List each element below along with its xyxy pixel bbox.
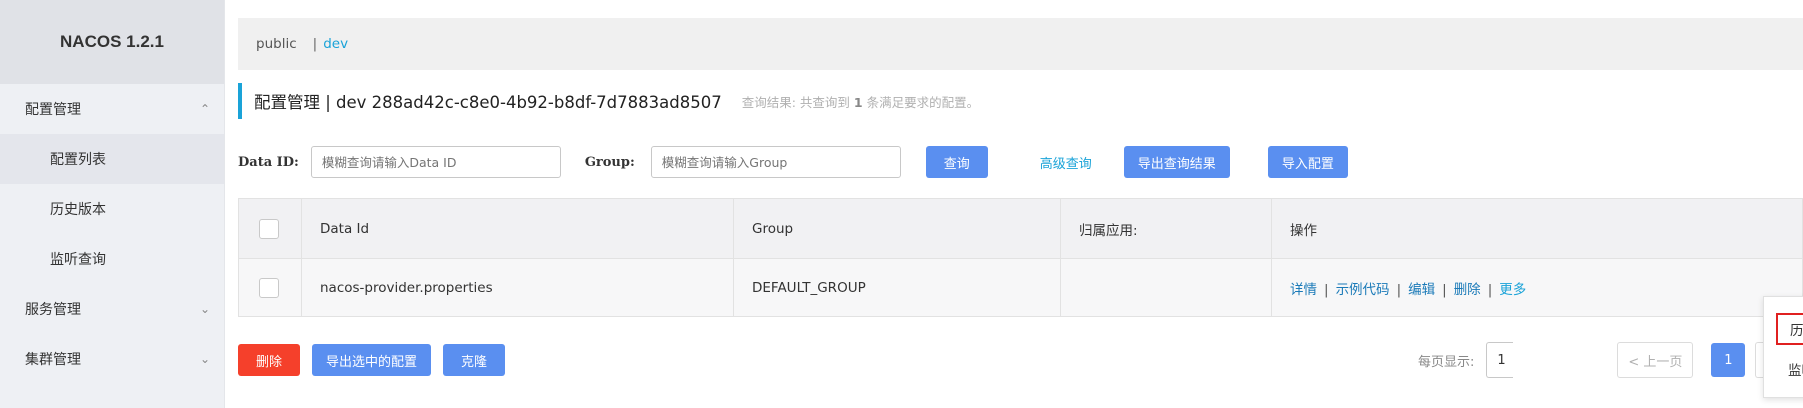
sidebar-item-history[interactable]: 历史版本 (0, 184, 224, 234)
sidebar-item-label: 配置管理 (25, 102, 81, 118)
sidebar: NACOS 1.2.1 配置管理 ⌃ 配置列表 历史版本 监听查询 服务管理 ⌄… (0, 0, 225, 408)
row-checkbox-cell (238, 258, 302, 317)
cell-data-id: nacos-provider.properties (301, 258, 734, 317)
prev-page-button[interactable]: < 上一页 (1617, 342, 1694, 378)
select-all-checkbox[interactable] (259, 218, 279, 239)
namespace-bar: public | dev (238, 18, 1803, 70)
page-number-current[interactable]: 1 (1711, 343, 1746, 377)
action-edit-link[interactable]: 编辑 (1408, 282, 1435, 298)
page-size-label: 每页显示: (1418, 354, 1475, 370)
sidebar-item-config-management[interactable]: 配置管理 ⌃ (0, 84, 224, 134)
clone-button[interactable]: 克隆 (443, 344, 506, 376)
sidebar-item-service-management[interactable]: 服务管理 ⌄ (0, 284, 224, 334)
cell-actions: 详情 | 示例代码 | 编辑 | 删除 | 更多 (1271, 258, 1803, 317)
pagination: 每页显示: 1 < 上一页 1 下 (1418, 342, 1797, 378)
action-sample-code-link[interactable]: 示例代码 (1336, 282, 1390, 298)
column-header-app: 归属应用: (1060, 198, 1272, 259)
dropdown-item-history[interactable]: 历史版本 (1776, 313, 1803, 345)
data-id-label: Data ID: (238, 154, 299, 170)
sidebar-item-label: 服务管理 (25, 302, 81, 318)
cell-app (1060, 258, 1272, 317)
column-header-actions: 操作 (1271, 198, 1803, 259)
action-more-link[interactable]: 更多 (1499, 282, 1526, 298)
sidebar-item-config-list[interactable]: 配置列表 (0, 134, 224, 184)
main-content: public | dev 配置管理 | dev 288ad42c-c8e0-4b… (238, 0, 1803, 408)
namespace-public[interactable]: public (256, 36, 297, 52)
sidebar-item-listener-query[interactable]: 监听查询 (0, 234, 224, 284)
page-title: 配置管理 | dev 288ad42c-c8e0-4b92-b8df-7d788… (254, 93, 722, 112)
table-header-row: Data Id Group 归属应用: 操作 (238, 198, 1803, 259)
bulk-actions-row: 删除 导出选中的配置 克隆 (238, 342, 506, 378)
hint-count: 1 (853, 94, 863, 110)
sidebar-item-label: 配置列表 (50, 152, 106, 168)
namespace-separator: | (312, 36, 318, 52)
data-id-input[interactable] (310, 146, 561, 178)
export-results-button[interactable]: 导出查询结果 (1123, 146, 1230, 178)
advanced-query-link[interactable]: 高级查询 (1040, 153, 1092, 172)
chevron-up-icon: ⌃ (199, 102, 210, 116)
column-header-group: Group (733, 198, 1061, 259)
sidebar-item-label: 监听查询 (50, 252, 106, 268)
group-input[interactable] (650, 146, 901, 178)
row-checkbox[interactable] (259, 277, 279, 298)
table-row: nacos-provider.properties DEFAULT_GROUP … (238, 258, 1803, 317)
action-details-link[interactable]: 详情 (1290, 282, 1317, 298)
chevron-down-icon: ⌄ (199, 302, 210, 316)
dropdown-item-listener-query[interactable]: 监听查询 (1776, 353, 1803, 385)
import-config-button[interactable]: 导入配置 (1267, 146, 1348, 178)
app-logo: NACOS 1.2.1 (0, 0, 224, 84)
header-checkbox-cell (238, 198, 302, 259)
export-selected-button[interactable]: 导出选中的配置 (312, 344, 432, 376)
hint-suffix: 条满足要求的配置。 (866, 94, 980, 110)
cell-group: DEFAULT_GROUP (733, 258, 1061, 317)
query-button[interactable]: 查询 (925, 146, 988, 178)
chevron-down-icon: ⌄ (199, 352, 210, 366)
config-table: Data Id Group 归属应用: 操作 nacos-provider.pr… (238, 198, 1803, 317)
sidebar-item-cluster-management[interactable]: 集群管理 ⌄ (0, 334, 224, 384)
action-delete-link[interactable]: 删除 (1454, 282, 1481, 298)
query-result-hint: 查询结果: 共查询到 1 条满足要求的配置。 (742, 92, 979, 111)
page-size-select[interactable]: 1 (1486, 342, 1514, 378)
page-header: 配置管理 | dev 288ad42c-c8e0-4b92-b8df-7d788… (238, 83, 979, 119)
sidebar-item-label: 历史版本 (50, 202, 106, 218)
group-label: Group: (584, 154, 635, 170)
column-header-data-id: Data Id (301, 198, 734, 259)
filter-row: Data ID: Group: 查询 高级查询 导出查询结果 导入配置 (238, 144, 1348, 180)
sidebar-item-label: 集群管理 (25, 352, 81, 368)
hint-prefix: 查询结果: 共查询到 (741, 94, 850, 110)
more-actions-dropdown: 历史版本 监听查询 (1763, 296, 1803, 398)
namespace-dev[interactable]: dev (323, 36, 348, 52)
delete-selected-button[interactable]: 删除 (238, 344, 300, 376)
